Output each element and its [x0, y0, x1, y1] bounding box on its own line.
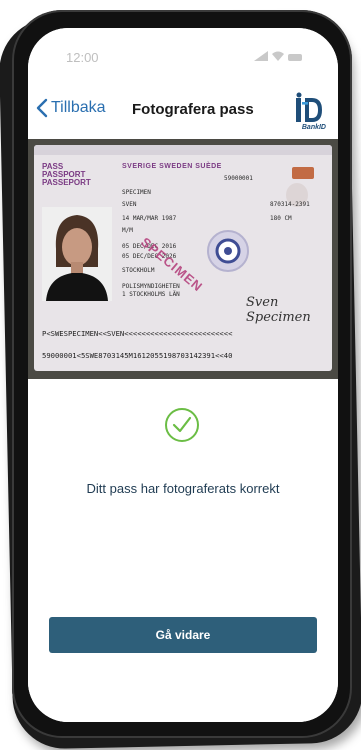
- continue-button[interactable]: Gå vidare: [49, 617, 317, 653]
- passport-top-strip: [34, 145, 332, 155]
- battery-icon: [288, 54, 302, 61]
- passport-security-seal: [207, 230, 249, 272]
- cellular-signal-icon: [254, 51, 268, 61]
- phone-screen: 12:00 Tillbaka Fotografera pass BankID P…: [28, 28, 338, 722]
- back-button[interactable]: Tillbaka: [36, 98, 106, 118]
- passport-mrz: P<SWESPECIMEN<<SVEN<<<<<<<<<<<<<<<<<<<<<…: [42, 329, 233, 360]
- passport-photo: PASS PASSPORT PASSEPORT SVERIGE SWEDEN S…: [34, 145, 332, 371]
- passport-signature: Sven Specimen: [246, 295, 311, 325]
- passport-field: STOCKHOLM: [122, 267, 155, 274]
- chevron-left-icon: [36, 98, 48, 118]
- status-time: 12:00: [66, 50, 99, 65]
- result-panel: Ditt pass har fotograferats korrekt Gå v…: [28, 379, 338, 722]
- bankid-logo-icon: [296, 92, 322, 122]
- passport-field: SPECIMEN: [122, 189, 151, 196]
- passport-document-number: 59000001: [224, 175, 253, 182]
- nav-bar: Tillbaka Fotografera pass BankID: [28, 84, 338, 138]
- back-label: Tillbaka: [51, 99, 106, 116]
- passport-field: SVEN: [122, 201, 137, 208]
- status-bar: 12:00: [28, 28, 338, 84]
- success-message: Ditt pass har fotograferats korrekt: [86, 481, 280, 496]
- passport-field: 870314-2391: [270, 201, 310, 208]
- status-icons: [254, 51, 302, 61]
- check-circle-icon: [165, 408, 199, 442]
- passport-emblem: [292, 167, 314, 179]
- bankid-brand-text: BankID: [301, 124, 326, 131]
- page-title: Fotografera pass: [132, 101, 254, 118]
- camera-preview: PASS PASSPORT PASSEPORT SVERIGE SWEDEN S…: [28, 139, 338, 379]
- passport-doc-type: PASS PASSPORT PASSEPORT: [42, 162, 91, 187]
- passport-field: M/M: [122, 227, 133, 234]
- wifi-icon: [272, 51, 284, 61]
- passport-field: 14 MAR/MAR 1987: [122, 215, 177, 222]
- passport-country: SVERIGE SWEDEN SUÈDE: [122, 163, 222, 170]
- passport-field: 180 CM: [270, 215, 292, 222]
- phone-frame: 12:00 Tillbaka Fotografera pass BankID P…: [12, 10, 352, 738]
- passport-field: 1 STOCKHOLMS LÄN: [122, 291, 180, 298]
- passport-portrait: [42, 207, 112, 301]
- passport-field: POLISMYNDIGHETEN: [122, 283, 180, 290]
